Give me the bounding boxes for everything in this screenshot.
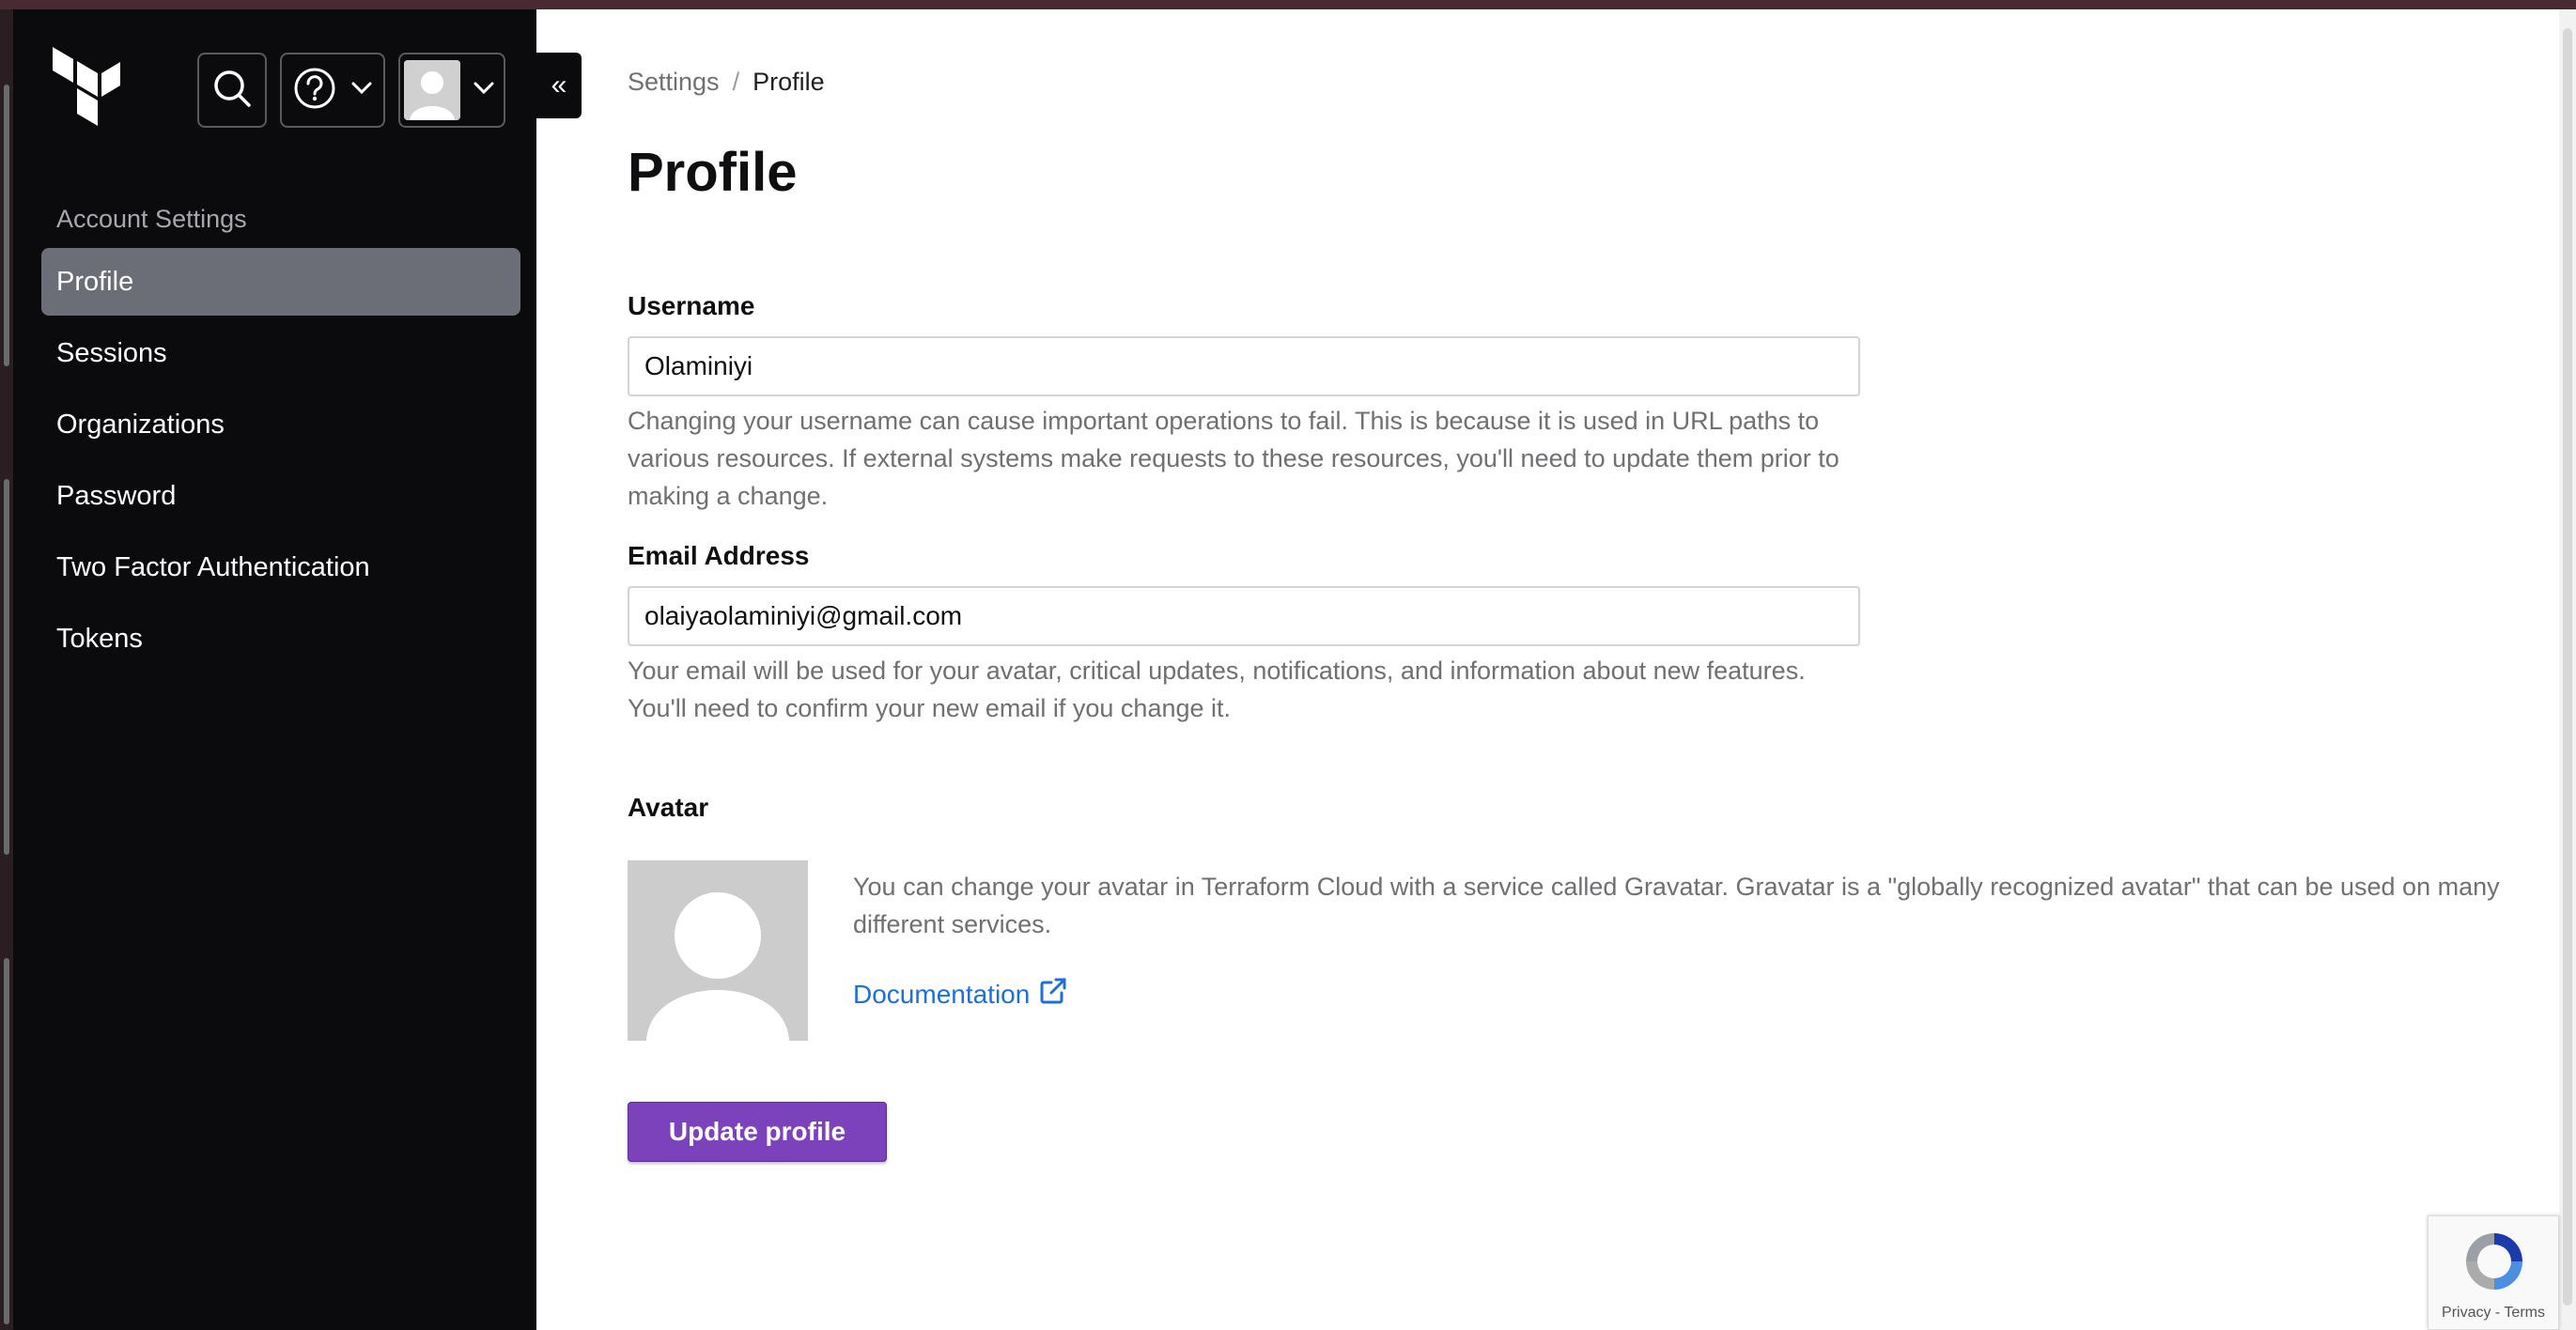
username-label: Username <box>628 291 755 320</box>
page-scrollbar[interactable] <box>2559 9 2576 1330</box>
main-content: Settings / Profile Profile Username Changi… <box>628 9 2563 1330</box>
chevron-down-icon <box>351 82 372 100</box>
user-menu-button[interactable] <box>398 53 505 128</box>
avatar-description: You can change your avatar in Terraform … <box>853 873 2500 938</box>
documentation-link[interactable]: Documentation <box>853 977 1067 1012</box>
page-title: Profile <box>628 142 798 203</box>
documentation-link-label: Documentation <box>853 979 1031 1009</box>
terraform-logo-icon[interactable] <box>51 45 122 130</box>
scrollbar-thumb[interactable] <box>2563 28 2572 1306</box>
help-icon <box>293 67 336 115</box>
username-input[interactable] <box>628 336 1860 396</box>
edge-strip <box>4 479 9 855</box>
sidebar-item-two-factor-authentication[interactable]: Two Factor Authentication <box>41 534 520 601</box>
search-button[interactable] <box>197 53 267 128</box>
avatar-image <box>628 860 808 1041</box>
breadcrumb-separator: / <box>732 68 740 96</box>
recaptcha-links[interactable]: Privacy - Terms <box>2429 1305 2558 1322</box>
breadcrumb: Settings / Profile <box>628 68 825 97</box>
search-icon <box>211 68 253 114</box>
user-avatar <box>404 60 460 120</box>
collapse-sidebar-button[interactable]: « <box>536 53 582 118</box>
email-label: Email Address <box>628 541 810 570</box>
help-menu-button[interactable] <box>280 53 385 128</box>
sidebar-item-tokens[interactable]: Tokens <box>41 605 520 673</box>
sidebar-item-password[interactable]: Password <box>41 462 520 530</box>
sidebar-item-sessions[interactable]: Sessions <box>41 319 520 387</box>
sidebar-nav: Profile Sessions Organizations Password … <box>41 248 520 676</box>
sidebar-heading: Account Settings <box>56 205 247 233</box>
update-profile-button[interactable]: Update profile <box>628 1102 887 1162</box>
sidebar-item-organizations[interactable]: Organizations <box>41 391 520 458</box>
email-help-text: Your email will be used for your avatar,… <box>628 657 1806 722</box>
sidebar: Account Settings Profile Sessions Organi… <box>13 9 536 1330</box>
sidebar-item-profile[interactable]: Profile <box>41 248 520 316</box>
recaptcha-icon <box>2466 1233 2522 1290</box>
breadcrumb-current: Profile <box>753 68 825 96</box>
external-link-icon <box>1039 977 1067 1012</box>
double-chevron-left-icon: « <box>551 70 567 101</box>
recaptcha-badge[interactable]: Privacy - Terms <box>2428 1215 2559 1330</box>
breadcrumb-settings-link[interactable]: Settings <box>628 68 720 96</box>
email-input[interactable] <box>628 586 1860 646</box>
username-help-text: Changing your username can cause importa… <box>628 407 1839 510</box>
window-left-edge <box>0 9 13 1330</box>
chevron-down-icon <box>473 82 494 100</box>
edge-strip <box>4 958 9 1324</box>
avatar-label: Avatar <box>628 793 709 822</box>
edge-strip <box>4 85 9 366</box>
window-top-bar <box>0 0 2576 9</box>
